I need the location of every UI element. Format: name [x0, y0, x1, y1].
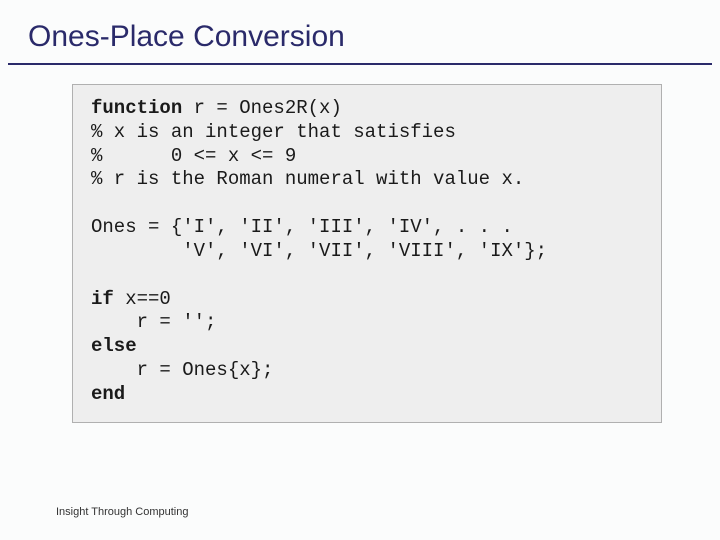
comment-1: % x is an integer that satisfies	[91, 121, 456, 143]
else-line: r = Ones{x};	[91, 359, 273, 381]
kw-end: end	[91, 383, 125, 405]
sig-rest: r = Ones2R(x)	[182, 97, 342, 119]
code-block-2: Ones = {'I', 'II', 'III', 'IV', . . . 'V…	[91, 216, 647, 264]
page-title: Ones-Place Conversion	[28, 20, 345, 54]
gap-2	[91, 264, 647, 288]
kw-else: else	[91, 335, 137, 357]
code-block-3: if x==0 r = ''; else r = Ones{x}; end	[91, 288, 647, 407]
code-box: function r = Ones2R(x) % x is an integer…	[72, 84, 662, 423]
array-line-1: Ones = {'I', 'II', 'III', 'IV', . . .	[91, 216, 513, 238]
if-rest: x==0	[114, 288, 171, 310]
slide: Ones-Place Conversion function r = Ones2…	[0, 0, 720, 540]
title-rule	[8, 63, 712, 65]
comment-3: % r is the Roman numeral with value x.	[91, 168, 524, 190]
kw-if: if	[91, 288, 114, 310]
code-block-1: function r = Ones2R(x) % x is an integer…	[91, 97, 647, 192]
comment-2: % 0 <= x <= 9	[91, 145, 296, 167]
array-line-2: 'V', 'VI', 'VII', 'VIII', 'IX'};	[91, 240, 547, 262]
gap-1	[91, 192, 647, 216]
then-line: r = '';	[91, 311, 216, 333]
kw-function: function	[91, 97, 182, 119]
footer-text: Insight Through Computing	[56, 506, 189, 518]
